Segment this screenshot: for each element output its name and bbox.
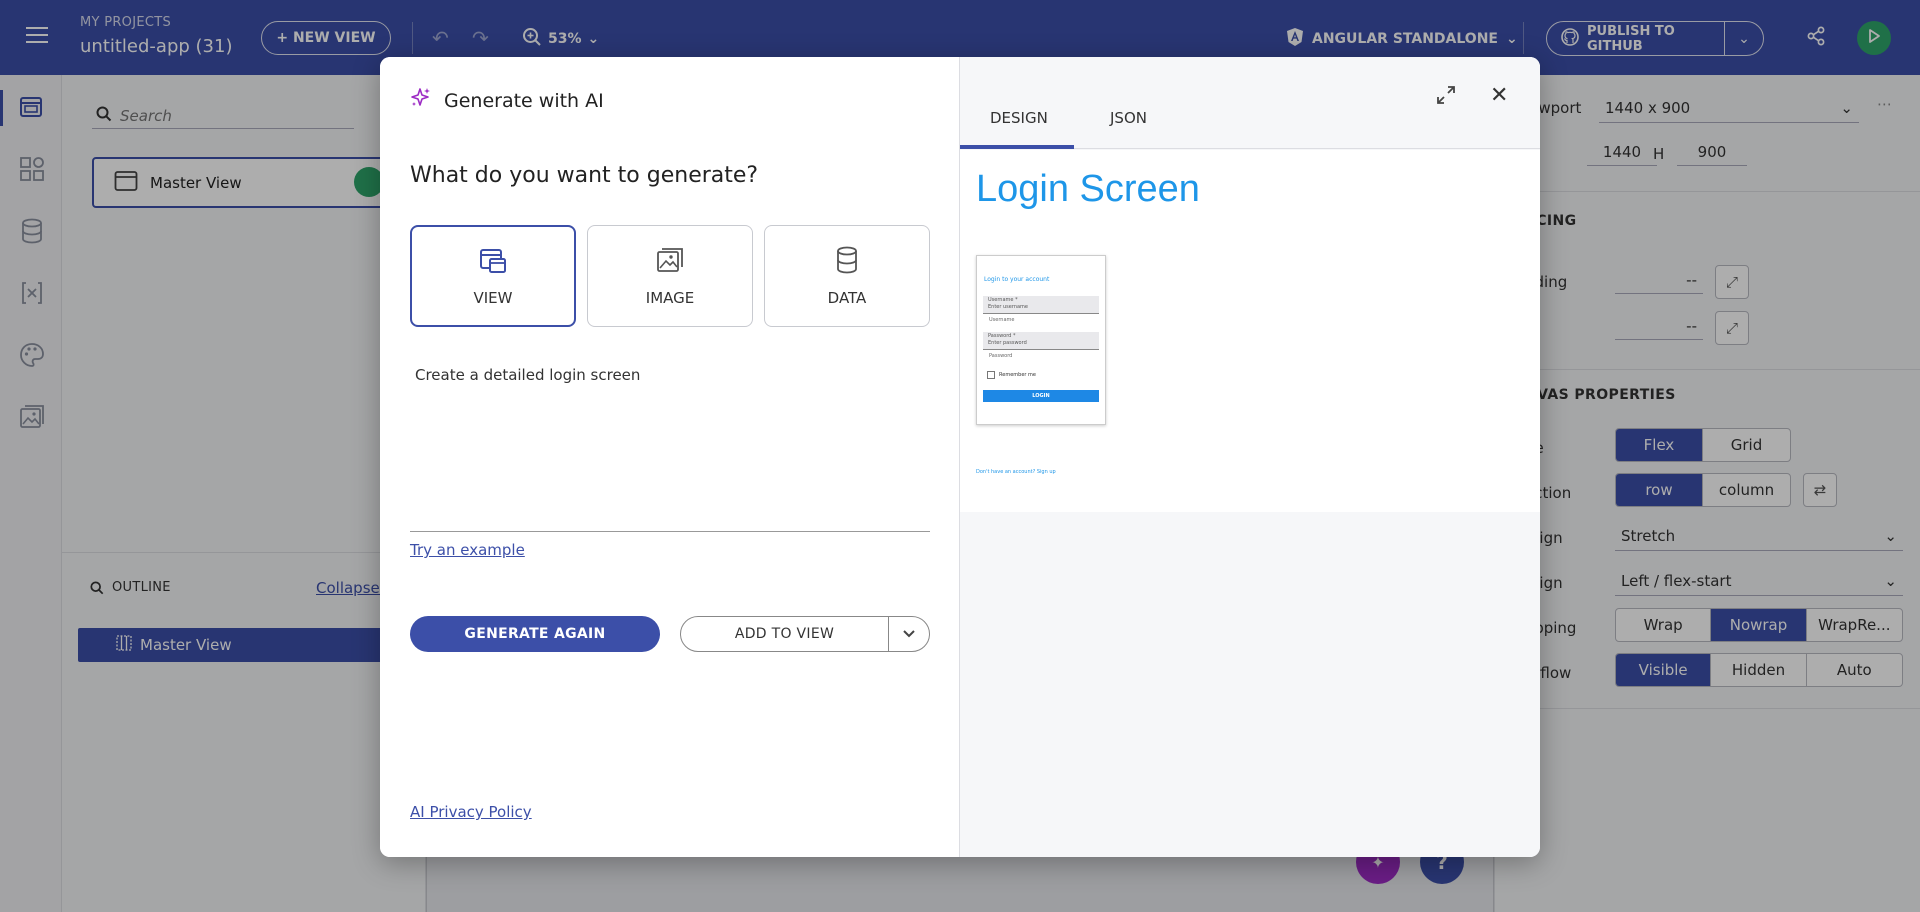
generate-again-button[interactable]: GENERATE AGAIN bbox=[410, 616, 660, 652]
mini-signup-link: Don't have an account? Sign up bbox=[976, 469, 1056, 475]
mini-username-label: Username * bbox=[988, 297, 1018, 303]
generate-question: What do you want to generate? bbox=[410, 163, 759, 188]
database-icon bbox=[832, 245, 862, 279]
type-option-image[interactable]: IMAGE bbox=[587, 225, 753, 327]
mini-username-input: Username * Enter username bbox=[983, 296, 1099, 314]
type-option-label: VIEW bbox=[473, 289, 513, 307]
active-tab-indicator bbox=[960, 145, 1074, 149]
preview-tabs: DESIGN JSON ✕ bbox=[960, 57, 1540, 149]
mini-remember-label: Remember me bbox=[999, 372, 1036, 378]
dialog-title-text: Generate with AI bbox=[444, 89, 604, 112]
add-to-view-button[interactable]: ADD TO VIEW bbox=[680, 616, 930, 652]
image-icon bbox=[655, 245, 685, 279]
expand-icon[interactable] bbox=[1436, 85, 1456, 109]
tab-json[interactable]: JSON bbox=[1110, 109, 1147, 127]
ai-privacy-policy-link[interactable]: AI Privacy Policy bbox=[410, 803, 532, 821]
close-icon[interactable]: ✕ bbox=[1490, 83, 1508, 108]
preview-pane: DESIGN JSON ✕ Login Screen Login to your… bbox=[960, 57, 1540, 857]
mini-login-button: LOGIN bbox=[983, 390, 1099, 402]
mini-title: Login to your account bbox=[984, 276, 1050, 283]
prompt-textarea[interactable]: Create a detailed login screen bbox=[415, 366, 640, 384]
mini-password-placeholder: Enter password bbox=[988, 340, 1027, 346]
dialog-title: Generate with AI bbox=[410, 87, 604, 114]
prompt-underline bbox=[410, 531, 930, 532]
generate-ai-dialog: Generate with AI What do you want to gen… bbox=[380, 57, 1540, 857]
mini-password-input: Password * Enter password bbox=[983, 332, 1099, 350]
type-option-label: IMAGE bbox=[645, 289, 695, 307]
add-to-view-label[interactable]: ADD TO VIEW bbox=[681, 617, 889, 651]
mini-password-hint: Password bbox=[989, 353, 1013, 359]
type-option-view[interactable]: VIEW bbox=[410, 225, 576, 327]
generate-form: Generate with AI What do you want to gen… bbox=[380, 57, 960, 857]
design-preview: Login Screen Login to your account Usern… bbox=[960, 150, 1540, 512]
view-icon bbox=[478, 245, 508, 279]
type-option-data[interactable]: DATA bbox=[764, 225, 930, 327]
try-example-link[interactable]: Try an example bbox=[410, 541, 525, 559]
mini-checkbox bbox=[987, 371, 995, 379]
preview-title: Login Screen bbox=[976, 168, 1200, 210]
mini-username-hint: Username bbox=[989, 317, 1015, 323]
login-form-thumbnail: Login to your account Username * Enter u… bbox=[976, 255, 1106, 425]
mini-username-placeholder: Enter username bbox=[988, 304, 1029, 310]
tab-design[interactable]: DESIGN bbox=[990, 109, 1048, 127]
chevron-down-icon[interactable] bbox=[889, 617, 929, 651]
mini-password-label: Password * bbox=[988, 333, 1016, 339]
type-option-label: DATA bbox=[827, 289, 867, 307]
sparkle-icon bbox=[410, 87, 432, 114]
